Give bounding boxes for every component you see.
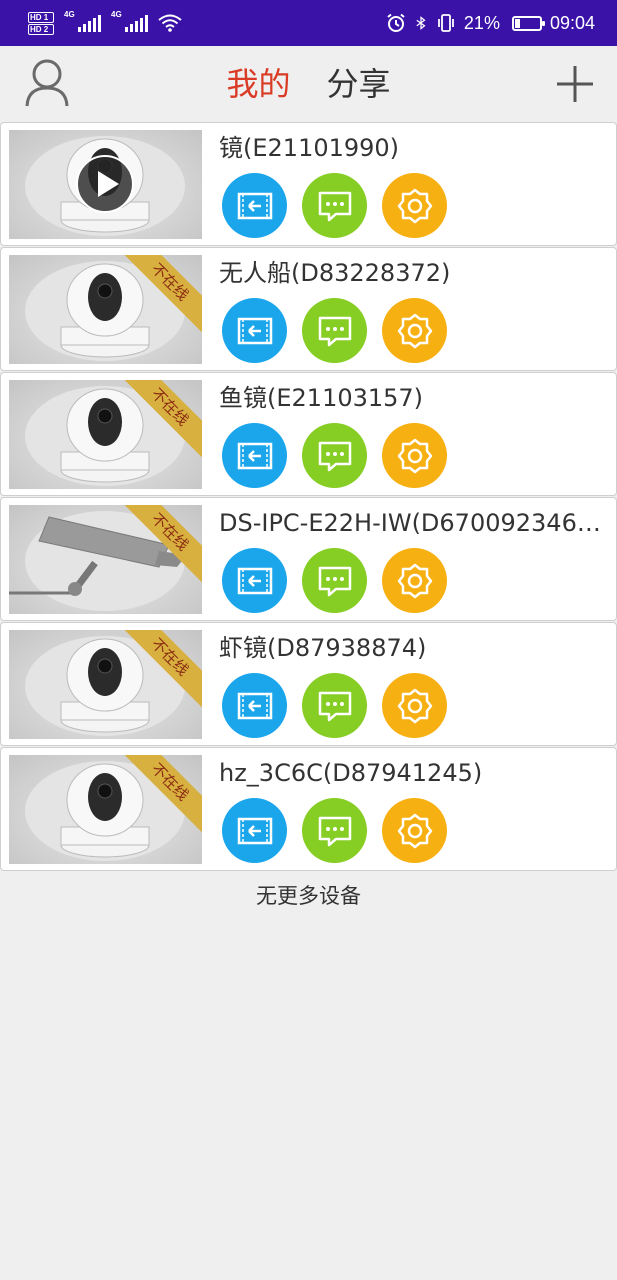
net1-label: 4G	[64, 10, 75, 19]
settings-button[interactable]	[382, 298, 447, 363]
hd2-badge: HD 2	[28, 23, 54, 35]
battery-fill	[514, 18, 520, 28]
settings-icon	[397, 688, 432, 723]
message-button[interactable]	[302, 173, 367, 238]
device-thumbnail[interactable]	[9, 130, 202, 239]
device-card[interactable]: 镜(E21101990)	[0, 122, 617, 246]
device-name: 虾镜(D87938874)	[219, 634, 427, 662]
message-button[interactable]	[302, 798, 367, 863]
device-card[interactable]: 不在线 DS-IPC-E22H-IW(D670092346)...	[0, 497, 617, 621]
playback-button[interactable]	[222, 298, 287, 363]
message-button[interactable]	[302, 673, 367, 738]
device-list: 镜(E21101990) 不在线 无人船(D83228372) 不在线 鱼镜(E…	[0, 122, 617, 872]
settings-icon	[397, 188, 432, 223]
battery-percent: 21%	[463, 12, 500, 33]
device-thumbnail[interactable]: 不在线	[9, 255, 202, 364]
device-thumbnail[interactable]: 不在线	[9, 380, 202, 489]
battery-icon	[511, 15, 545, 31]
settings-button[interactable]	[382, 548, 447, 613]
settings-icon	[397, 813, 432, 848]
vibrate-icon	[438, 14, 454, 32]
device-name: 无人船(D83228372)	[219, 259, 451, 287]
message-button[interactable]	[302, 548, 367, 613]
playback-button[interactable]	[222, 673, 287, 738]
playback-button[interactable]	[222, 798, 287, 863]
device-card[interactable]: 不在线 hz_3C6C(D87941245)	[0, 747, 617, 871]
tab-share[interactable]: 分享	[327, 64, 391, 104]
status-bar: HD 1 HD 2 4G 4G 21% 09:04	[0, 0, 617, 46]
playback-icon	[237, 442, 272, 469]
message-icon	[318, 441, 351, 471]
playback-icon	[237, 192, 272, 219]
playback-icon	[237, 817, 272, 844]
play-icon[interactable]	[75, 154, 135, 214]
hd-indicator: HD 1 HD 2	[28, 11, 54, 35]
settings-button[interactable]	[382, 423, 447, 488]
message-icon	[318, 691, 351, 721]
device-card[interactable]: 不在线 虾镜(D87938874)	[0, 622, 617, 746]
clock: 09:04	[549, 12, 595, 33]
device-name: 鱼镜(E21103157)	[219, 384, 424, 412]
message-icon	[318, 316, 351, 346]
device-name: DS-IPC-E22H-IW(D670092346)...	[219, 509, 609, 537]
message-icon	[318, 816, 351, 846]
message-icon	[318, 191, 351, 221]
playback-icon	[237, 317, 272, 344]
device-thumbnail[interactable]: 不在线	[9, 755, 202, 864]
settings-icon	[397, 313, 432, 348]
playback-icon	[237, 692, 272, 719]
net2-label: 4G	[111, 10, 122, 19]
playback-button[interactable]	[222, 173, 287, 238]
add-device-icon[interactable]	[555, 64, 595, 104]
bluetooth-icon	[416, 16, 426, 30]
device-name: hz_3C6C(D87941245)	[219, 759, 483, 787]
signal-2-icon: 4G	[111, 10, 148, 32]
message-button[interactable]	[302, 423, 367, 488]
playback-button[interactable]	[222, 548, 287, 613]
wifi-icon	[158, 14, 182, 32]
app-header: 我的 分享	[0, 46, 617, 122]
device-thumbnail[interactable]: 不在线	[9, 630, 202, 739]
message-button[interactable]	[302, 298, 367, 363]
settings-icon	[397, 438, 432, 473]
settings-icon	[397, 563, 432, 598]
device-thumbnail[interactable]: 不在线	[9, 505, 202, 614]
device-name: 镜(E21101990)	[219, 134, 400, 162]
hd1-badge: HD 1	[28, 11, 54, 23]
settings-button[interactable]	[382, 173, 447, 238]
device-card[interactable]: 不在线 无人船(D83228372)	[0, 247, 617, 371]
settings-button[interactable]	[382, 673, 447, 738]
message-icon	[318, 566, 351, 596]
playback-icon	[237, 567, 272, 594]
tab-mine[interactable]: 我的	[226, 64, 290, 104]
device-card[interactable]: 不在线 鱼镜(E21103157)	[0, 372, 617, 496]
signal-1-icon: 4G	[64, 10, 101, 32]
settings-button[interactable]	[382, 798, 447, 863]
tab-bar: 我的 分享	[0, 64, 617, 104]
playback-button[interactable]	[222, 423, 287, 488]
no-more-devices-label: 无更多设备	[256, 884, 361, 908]
alarm-icon	[387, 13, 405, 32]
